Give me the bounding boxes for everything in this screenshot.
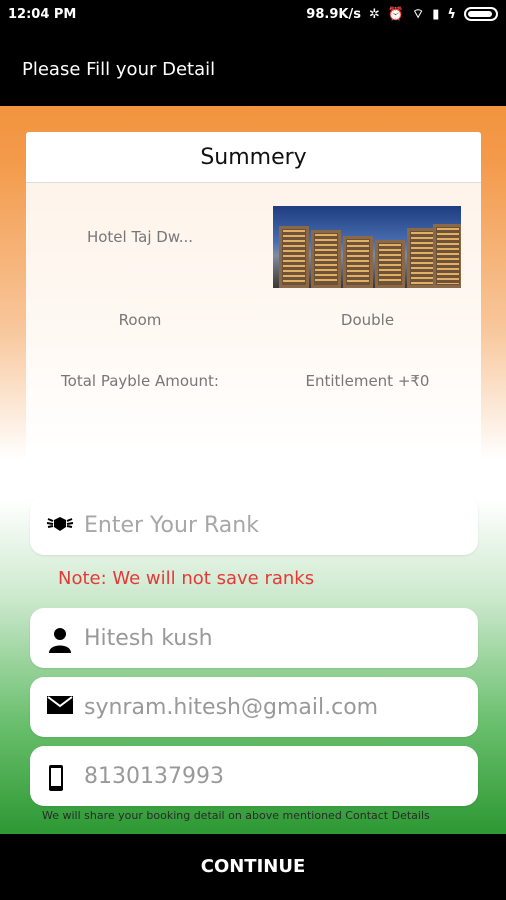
status-bar: 12:04 PM 98.9K/s ✲ ⏰ ⌔ ▮ ϟ bbox=[0, 0, 506, 30]
rank-note: Note: We will not save ranks bbox=[58, 568, 315, 589]
alarm-icon: ⏰ bbox=[387, 6, 405, 22]
app-bar: Please Fill your Detail bbox=[0, 30, 506, 106]
email-input[interactable] bbox=[82, 689, 466, 725]
hotel-name: Hotel Taj Dw... bbox=[86, 228, 194, 246]
status-icons: 98.9K/s ✲ ⏰ ⌔ ▮ ϟ bbox=[306, 6, 498, 22]
room-value: Double bbox=[340, 311, 395, 329]
rank-badge-icon bbox=[46, 513, 74, 539]
phone-icon bbox=[46, 764, 74, 791]
phone-input[interactable] bbox=[82, 758, 466, 794]
name-input[interactable] bbox=[82, 620, 466, 656]
rank-field[interactable] bbox=[30, 495, 478, 555]
summary-title: Summery bbox=[26, 132, 481, 183]
summary-card: Summery Hotel Taj Dw... Room Double Tota… bbox=[26, 132, 481, 480]
phone-field[interactable] bbox=[30, 746, 478, 806]
room-label: Room bbox=[118, 311, 162, 329]
charging-icon: ϟ bbox=[447, 6, 456, 22]
settings-icon: ✲ bbox=[368, 6, 380, 22]
wifi-icon: ⌔ bbox=[412, 7, 425, 22]
battery-icon bbox=[464, 7, 498, 21]
mail-icon bbox=[46, 695, 74, 721]
user-icon bbox=[46, 626, 74, 653]
contact-share-note: We will share your booking detail on abo… bbox=[42, 809, 430, 822]
hotel-image bbox=[273, 206, 461, 288]
status-time: 12:04 PM bbox=[8, 7, 77, 22]
rank-input[interactable] bbox=[82, 507, 466, 543]
name-field[interactable] bbox=[30, 608, 478, 668]
network-speed: 98.9K/s bbox=[306, 6, 361, 22]
signal-icon: ▮ bbox=[432, 6, 440, 22]
page-title: Please Fill your Detail bbox=[22, 59, 216, 80]
email-field[interactable] bbox=[30, 677, 478, 737]
continue-button[interactable]: CONTINUE bbox=[0, 834, 506, 900]
amount-label: Total Payble Amount: bbox=[61, 372, 219, 390]
amount-value: Entitlement +₹0 bbox=[305, 372, 430, 390]
